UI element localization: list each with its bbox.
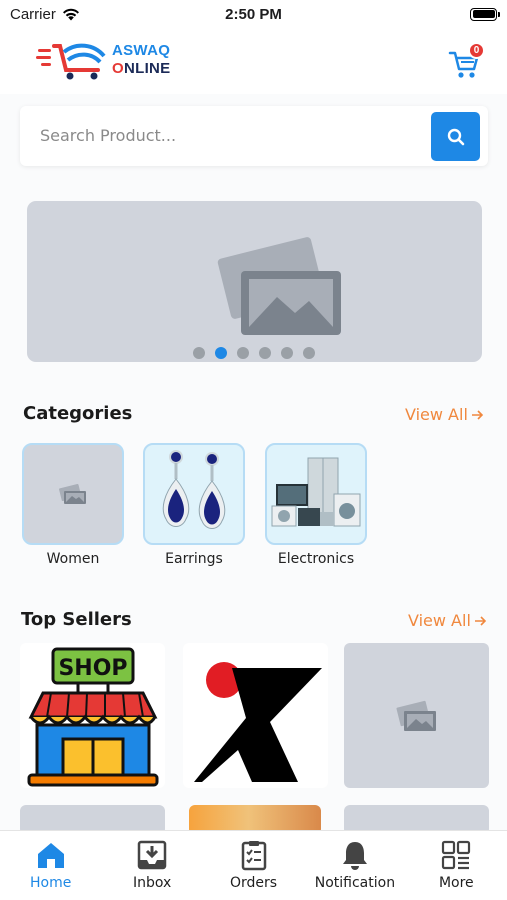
app-header: ASWAQ ONLINE 0 [0, 28, 507, 94]
home-icon [37, 843, 64, 868]
grid-icon [442, 840, 471, 870]
wifi-icon [62, 8, 79, 20]
tab-label: Notification [314, 875, 396, 891]
seller-card[interactable] [344, 643, 489, 788]
pagination-dot[interactable] [258, 347, 271, 359]
arrow-right-icon [474, 615, 487, 626]
seller-card[interactable] [183, 643, 328, 788]
tab-inbox[interactable]: Inbox [101, 831, 202, 900]
pagination-dot[interactable] [280, 347, 293, 359]
image-placeholder-icon [59, 483, 86, 504]
category-image [22, 443, 124, 545]
image-placeholder-icon [395, 700, 436, 731]
tab-label: More [438, 875, 474, 891]
logo-rest: NLINE [123, 60, 171, 77]
search-bar: Search Product... [20, 106, 488, 166]
orders-icon [241, 841, 266, 871]
earrings-image [162, 450, 226, 529]
category-item[interactable]: Electronics [265, 443, 367, 567]
logo-line2: ONLINE [112, 60, 170, 78]
status-bar: Carrier 2:50 PM [0, 0, 507, 28]
tab-orders[interactable]: Orders [203, 831, 304, 900]
status-left: Carrier [10, 6, 80, 23]
logo-line1: ASWAQ [112, 42, 171, 59]
categories-view-all[interactable]: View All [405, 405, 484, 424]
pagination-dot-active[interactable] [214, 347, 227, 359]
view-all-label: View All [405, 405, 468, 424]
promo-banner[interactable] [27, 201, 482, 362]
tab-label: Inbox [132, 875, 172, 891]
pagination-dot[interactable] [236, 347, 249, 359]
seller-card[interactable]: SHOP [20, 643, 165, 788]
view-all-label: View All [408, 611, 471, 630]
arrow-right-icon [471, 409, 484, 420]
svg-text:SHOP: SHOP [58, 656, 127, 681]
image-placeholder-icon [217, 237, 341, 335]
cart-count-badge: 0 [468, 42, 485, 59]
app-logo[interactable]: ASWAQ ONLINE [36, 40, 186, 84]
tab-label: Home [30, 875, 72, 891]
pagination-dot[interactable] [302, 347, 315, 359]
cart-button[interactable]: 0 [448, 42, 486, 78]
search-icon [447, 128, 464, 145]
logo-o: O [112, 60, 124, 77]
x-brand-logo [193, 661, 322, 782]
logo-wordmark: ASWAQ ONLINE [112, 42, 170, 78]
search-button[interactable] [431, 112, 480, 161]
category-image [143, 443, 245, 545]
category-item[interactable]: Women [22, 443, 124, 567]
logo-cart-mark [36, 43, 106, 80]
top-sellers-view-all[interactable]: View All [408, 611, 487, 630]
banner-pagination [0, 347, 507, 359]
top-sellers-title: Top Sellers [21, 609, 132, 630]
categories-title: Categories [23, 403, 133, 424]
carrier-label: Carrier [10, 5, 56, 23]
bottom-tab-bar: Home Inbox Orders Notification More [0, 830, 507, 900]
bell-icon [342, 842, 367, 870]
category-label: Earrings [165, 551, 223, 567]
category-image [265, 443, 367, 545]
inbox-icon [137, 840, 167, 870]
pagination-dot[interactable] [192, 347, 205, 359]
category-label: Women [46, 551, 100, 567]
tab-home[interactable]: Home [0, 831, 101, 900]
search-input[interactable]: Search Product... [40, 126, 176, 145]
category-item[interactable]: Earrings [143, 443, 245, 567]
tab-more[interactable]: More [406, 831, 507, 900]
tab-notification[interactable]: Notification [304, 831, 405, 900]
category-label: Electronics [277, 551, 355, 567]
tab-label: Orders [229, 875, 278, 891]
electronics-image [271, 457, 361, 527]
shop-storefront-logo: SHOP [27, 647, 158, 786]
battery-icon [470, 7, 500, 21]
